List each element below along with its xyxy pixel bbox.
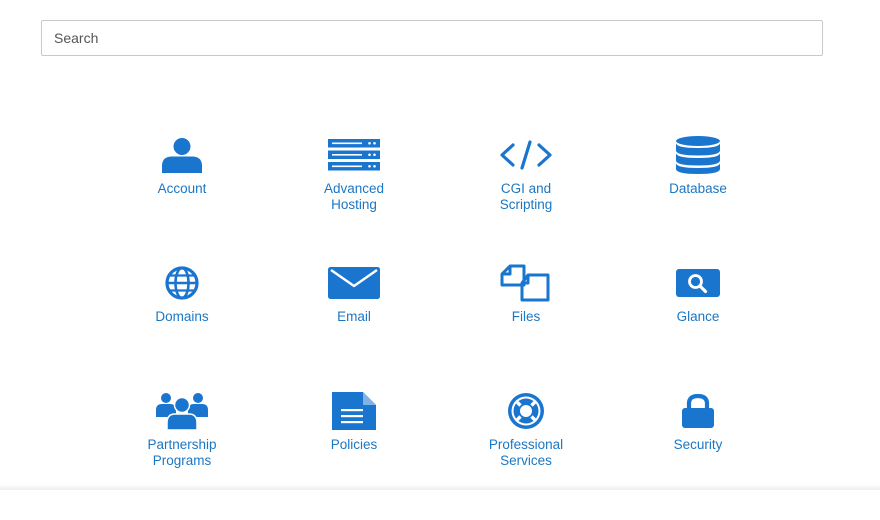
user-icon (154, 136, 210, 174)
tile-cgi-scripting[interactable]: CGI and Scripting (440, 136, 612, 264)
envelope-icon (326, 264, 382, 302)
tile-email[interactable]: Email (268, 264, 440, 392)
tile-label: Security (673, 437, 723, 452)
tile-account[interactable]: Account (96, 136, 268, 264)
tile-domains[interactable]: Domains (96, 264, 268, 392)
tile-database[interactable]: Database (612, 136, 784, 264)
search-input[interactable] (41, 20, 823, 56)
globe-icon (154, 264, 210, 302)
tile-label: Partnership Programs (147, 437, 217, 468)
tile-label: Email (337, 309, 371, 324)
tile-label: CGI and Scripting (499, 181, 553, 212)
page-bottom-edge (0, 484, 880, 490)
document-icon (326, 392, 382, 430)
category-grid: Account Advanced Hosting CGI and Scripti… (96, 136, 784, 520)
users-icon (154, 392, 210, 430)
tile-professional-services[interactable]: Professional Services (440, 392, 612, 520)
tile-label: Glance (676, 309, 720, 324)
tile-label: Policies (330, 437, 378, 452)
tile-label: Account (157, 181, 207, 196)
tile-policies[interactable]: Policies (268, 392, 440, 520)
tile-advanced-hosting[interactable]: Advanced Hosting (268, 136, 440, 264)
tile-label: Advanced Hosting (323, 181, 385, 212)
tile-glance[interactable]: Glance (612, 264, 784, 392)
tile-files[interactable]: Files (440, 264, 612, 392)
code-icon (498, 136, 554, 174)
tile-label: Professional Services (488, 437, 564, 468)
glance-icon (670, 264, 726, 302)
server-icon (326, 136, 382, 174)
tile-security[interactable]: Security (612, 392, 784, 520)
tile-partnership-programs[interactable]: Partnership Programs (96, 392, 268, 520)
database-icon (670, 136, 726, 174)
tile-label: Files (511, 309, 541, 324)
lifebuoy-icon (498, 392, 554, 430)
files-icon (498, 264, 554, 302)
search-bar (41, 20, 823, 56)
tile-label: Database (669, 181, 727, 196)
lock-icon (670, 392, 726, 430)
tile-label: Domains (155, 309, 209, 324)
